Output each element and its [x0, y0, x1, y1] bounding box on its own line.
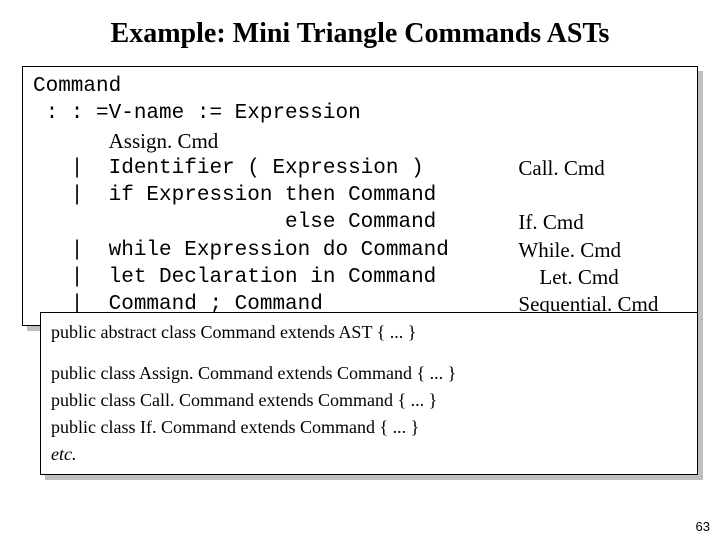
grammar-label [518, 100, 687, 127]
code-line: etc. [51, 441, 687, 468]
code-line: public abstract class Command extends AS… [51, 319, 687, 346]
grammar-rhs: else Command [109, 209, 519, 236]
code-spacer [51, 346, 687, 360]
grammar-rhs: V-name := Expression [109, 100, 519, 127]
grammar-label [518, 128, 687, 155]
grammar-lhs [33, 209, 109, 236]
grammar-rhs: while Expression do Command [109, 237, 519, 264]
grammar-rhs: let Declaration in Command [109, 264, 519, 291]
grammar-label: If. Cmd [518, 209, 687, 236]
grammar-lhs: | [33, 264, 109, 291]
page-number: 63 [696, 519, 710, 534]
grammar-row: else Command If. Cmd [33, 209, 687, 236]
grammar-table: : : = V-name := Expression Assign. Cmd |… [33, 100, 687, 318]
code-line: public class Call. Command extends Comma… [51, 387, 687, 414]
grammar-box: Command : : = V-name := Expression Assig… [22, 66, 698, 326]
code-line: public class Assign. Command extends Com… [51, 360, 687, 387]
code-box: public abstract class Command extends AS… [40, 312, 698, 475]
grammar-lhs: | [33, 237, 109, 264]
grammar-lhs: | [33, 182, 109, 209]
grammar-row: Assign. Cmd [33, 128, 687, 155]
grammar-row: | while Expression do Command While. Cmd [33, 237, 687, 264]
grammar-label: Call. Cmd [518, 155, 687, 182]
grammar-head: Command [33, 73, 687, 100]
grammar-row: | if Expression then Command [33, 182, 687, 209]
grammar-label [518, 182, 687, 209]
grammar-label: While. Cmd [518, 237, 687, 264]
grammar-rhs: Assign. Cmd [109, 128, 519, 155]
grammar-rhs: if Expression then Command [109, 182, 519, 209]
grammar-row: : : = V-name := Expression [33, 100, 687, 127]
grammar-label: Let. Cmd [518, 264, 687, 291]
slide-title: Example: Mini Triangle Commands ASTs [22, 18, 698, 50]
grammar-lhs [33, 128, 109, 155]
code-line: public class If. Command extends Command… [51, 414, 687, 441]
grammar-row: | let Declaration in Command Let. Cmd [33, 264, 687, 291]
grammar-lhs: | [33, 155, 109, 182]
grammar-lhs: : : = [33, 100, 109, 127]
grammar-row: | Identifier ( Expression ) Call. Cmd [33, 155, 687, 182]
grammar-rhs: Identifier ( Expression ) [109, 155, 519, 182]
